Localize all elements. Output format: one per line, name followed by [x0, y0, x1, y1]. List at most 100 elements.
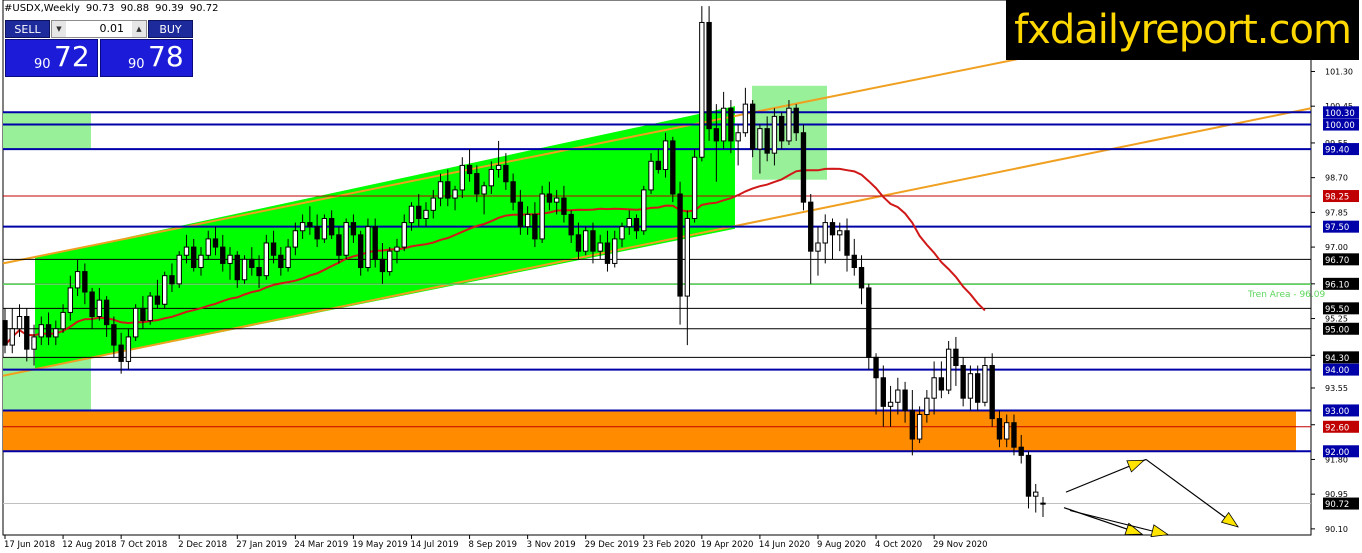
price-label: 94.00	[1325, 366, 1349, 376]
candle-body-37	[270, 242, 277, 256]
candle-body-138	[1004, 422, 1010, 440]
candle-body-112	[815, 242, 821, 252]
candle-body-57	[416, 205, 422, 219]
candle-body-132	[960, 365, 966, 399]
candle-body-27	[198, 254, 204, 269]
chart-title: #USDX,Weekly	[4, 3, 80, 14]
candle-body-80	[583, 230, 589, 252]
candle-body-99	[720, 107, 727, 142]
candle-body-19	[140, 307, 146, 322]
sell-price-small: 90	[34, 57, 51, 72]
price-label: 98.25	[1325, 193, 1349, 203]
candle-body-29	[212, 238, 219, 248]
candle-body-93	[677, 193, 683, 297]
candle-body-137	[996, 418, 1003, 440]
x-tick-label: 4 Oct 2020	[875, 540, 922, 550]
candle-body-30	[220, 246, 226, 264]
ohlc-close: 90.72	[189, 3, 219, 14]
candle-body-108	[786, 107, 792, 142]
candle-body-53	[387, 250, 393, 273]
brand-text: fxdailyreport.com	[1014, 7, 1352, 53]
y-tick-label: 93.55	[1325, 384, 1348, 393]
light-zone-top-left	[3, 112, 91, 150]
candle-body-35	[256, 267, 262, 277]
price-chart[interactable]: 102.15101.30100.4599.5598.7097.8597.0096…	[0, 0, 1362, 553]
candle-body-33	[241, 258, 248, 281]
candle-body-85	[619, 226, 625, 240]
buy-price-box[interactable]: 90 78	[100, 39, 193, 77]
candle-body-82	[597, 242, 603, 252]
candle-body-42	[307, 222, 313, 228]
lot-size-field[interactable]: ▼ 0.01 ▲	[51, 20, 147, 38]
candle-body-22	[162, 275, 168, 305]
candle-body-11	[82, 271, 88, 293]
candle-body-9	[67, 287, 74, 313]
buy-button[interactable]: BUY	[148, 20, 193, 38]
brand-logo: fxdailyreport.com	[1006, 0, 1359, 60]
price-label: 93.00	[1325, 407, 1349, 417]
candle-body-109	[793, 107, 799, 134]
candle-body-127	[924, 397, 930, 416]
candle-body-114	[829, 222, 836, 236]
candle-body-115	[837, 230, 843, 236]
candle-body-65	[474, 173, 480, 195]
candle-body-46	[336, 234, 342, 256]
candle-body-128	[931, 377, 937, 399]
candle-body-76	[553, 197, 560, 203]
candle-body-79	[575, 234, 582, 252]
candle-body-88	[641, 189, 647, 232]
candle-body-75	[546, 193, 553, 203]
candle-body-134	[974, 373, 981, 403]
candle-body-126	[916, 414, 923, 440]
candle-body-83	[604, 242, 611, 264]
x-tick-label: 14 Jul 2019	[410, 540, 458, 550]
candle-body-47	[343, 222, 349, 256]
candle-body-44	[321, 217, 328, 240]
candle-body-133	[967, 373, 974, 399]
price-label: 96.10	[1325, 280, 1349, 290]
chart-window: 102.15101.30100.4599.5598.7097.8597.0096…	[0, 0, 1362, 553]
price-label: 94.30	[1325, 354, 1349, 364]
candle-body-12	[89, 291, 95, 318]
candle-body-95	[691, 156, 698, 219]
lot-decrease-icon[interactable]: ▼	[52, 21, 66, 37]
candle-body-32	[234, 254, 240, 281]
candle-body-124	[902, 389, 908, 411]
candle-body-96	[699, 21, 705, 158]
price-label: 92.60	[1325, 423, 1349, 433]
candle-body-116	[844, 230, 850, 256]
x-tick-label: 29 Dec 2019	[585, 540, 639, 550]
candle-body-106	[771, 115, 778, 154]
candle-body-125	[909, 409, 916, 440]
candle-body-72	[524, 213, 531, 228]
candle-body-49	[358, 234, 364, 269]
candle-body-94	[684, 217, 690, 297]
price-label: 96.70	[1325, 256, 1349, 266]
x-tick-label: 2 Dec 2018	[178, 540, 227, 550]
candle-body-70	[510, 181, 516, 203]
candle-body-122	[887, 401, 894, 407]
candle-body-101	[735, 132, 741, 142]
sell-button[interactable]: SELL	[5, 20, 50, 38]
candle-body-20	[147, 295, 153, 322]
candle-body-91	[662, 140, 669, 170]
candle-body-62	[452, 189, 458, 199]
candle-body-136	[989, 365, 995, 420]
candle-body-68	[495, 164, 502, 170]
candle-body-90	[655, 160, 661, 170]
candle-body-58	[423, 209, 429, 219]
candle-body-140	[1018, 446, 1024, 456]
candle-body-23	[169, 275, 175, 285]
candle-body-36	[263, 242, 269, 277]
buy-price-big: 78	[148, 40, 184, 73]
sell-price-box[interactable]: 90 72	[5, 39, 98, 77]
x-tick-label: 27 Jan 2019	[236, 540, 287, 550]
x-tick-label: 24 Mar 2019	[294, 540, 348, 550]
candle-body-97	[706, 21, 712, 130]
candle-body-87	[633, 217, 640, 232]
candle-body-41	[299, 222, 306, 232]
lot-increase-icon[interactable]: ▲	[132, 21, 146, 37]
candle-body-45	[328, 217, 335, 236]
candle-body-102	[742, 103, 749, 134]
candle-body-74	[539, 193, 545, 240]
